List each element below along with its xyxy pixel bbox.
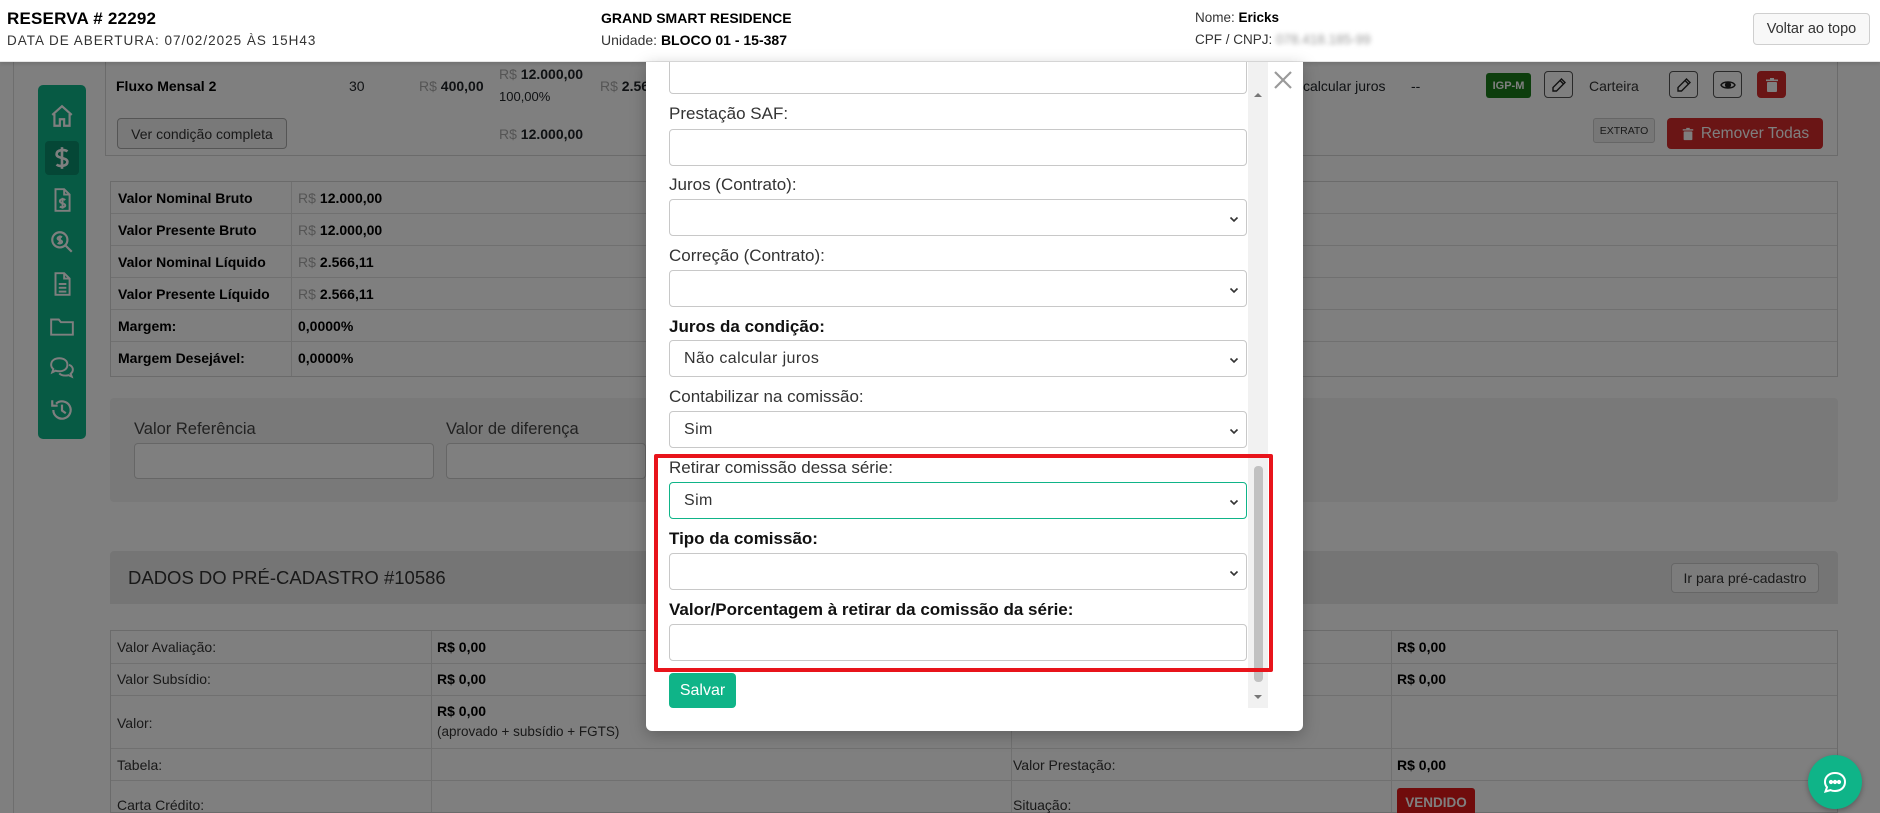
- juros-contrato-label: Juros (Contrato):: [669, 175, 797, 194]
- retirar-comissao-value: Sim: [684, 491, 713, 509]
- unit-label: Unidade:: [601, 32, 658, 48]
- opening-date: DATA DE ABERTURA: 07/02/2025 ÀS 15H43: [7, 33, 317, 48]
- save-button[interactable]: Salvar: [669, 673, 736, 708]
- tipo-comissao-select[interactable]: [669, 553, 1247, 590]
- juros-condicao-select[interactable]: Não calcular juros: [669, 340, 1247, 377]
- tipo-comissao-label: Tipo da comissão:: [669, 529, 818, 548]
- valor-porcentagem-input[interactable]: [669, 624, 1247, 661]
- valor-porcentagem-label: Valor/Porcentagem à retirar da comissão …: [669, 600, 1074, 619]
- prestacao-saf-label: Prestação SAF:: [669, 104, 789, 123]
- chevron-down-icon: [1229, 357, 1239, 364]
- chevron-down-icon: [1229, 216, 1239, 223]
- prestacao-saf-input[interactable]: [669, 129, 1247, 166]
- chevron-down-icon: [1229, 499, 1239, 506]
- retirar-comissao-select[interactable]: Sim: [669, 482, 1247, 519]
- top-header: RESERVA # 22292 DATA DE ABERTURA: 07/02/…: [0, 0, 1880, 62]
- client-name: Nome: Ericks: [1195, 10, 1279, 25]
- chat-button[interactable]: [1808, 755, 1862, 809]
- modal-scrollbar[interactable]: [1248, 62, 1268, 708]
- scroll-up-icon[interactable]: [1253, 90, 1263, 100]
- previous-field-input[interactable]: [669, 62, 1247, 94]
- project-name: GRAND SMART RESIDENCE: [601, 10, 792, 26]
- cpf-value: 078.418.185-99: [1276, 32, 1371, 47]
- reserva-title: RESERVA # 22292: [7, 9, 157, 28]
- back-to-top-button[interactable]: Voltar ao topo: [1753, 13, 1870, 45]
- scroll-down-icon[interactable]: [1253, 692, 1263, 702]
- contabilizar-value: Sim: [684, 420, 713, 438]
- correcao-contrato-label: Correção (Contrato):: [669, 246, 825, 265]
- chat-icon: [1823, 771, 1847, 793]
- unit-info: Unidade: BLOCO 01 - 15-387: [601, 32, 787, 48]
- cpf-label: CPF / CNPJ:: [1195, 32, 1273, 47]
- chevron-down-icon: [1229, 287, 1239, 294]
- close-icon[interactable]: [1268, 65, 1298, 95]
- scrollbar-thumb[interactable]: [1254, 466, 1263, 682]
- chevron-down-icon: [1229, 570, 1239, 577]
- client-cpf: CPF / CNPJ: 078.418.185-99: [1195, 32, 1371, 47]
- contabilizar-select[interactable]: Sim: [669, 411, 1247, 448]
- juros-condicao-label: Juros da condição:: [669, 317, 825, 336]
- retirar-comissao-label: Retirar comissão dessa série:: [669, 458, 893, 477]
- juros-contrato-select[interactable]: [669, 199, 1247, 236]
- name-value: Ericks: [1238, 10, 1280, 25]
- correcao-contrato-select[interactable]: [669, 270, 1247, 307]
- chevron-down-icon: [1229, 428, 1239, 435]
- juros-condicao-value: Não calcular juros: [684, 349, 820, 367]
- name-label: Nome:: [1195, 10, 1235, 25]
- contabilizar-label: Contabilizar na comissão:: [669, 387, 864, 406]
- unit-value: BLOCO 01 - 15-387: [660, 32, 787, 48]
